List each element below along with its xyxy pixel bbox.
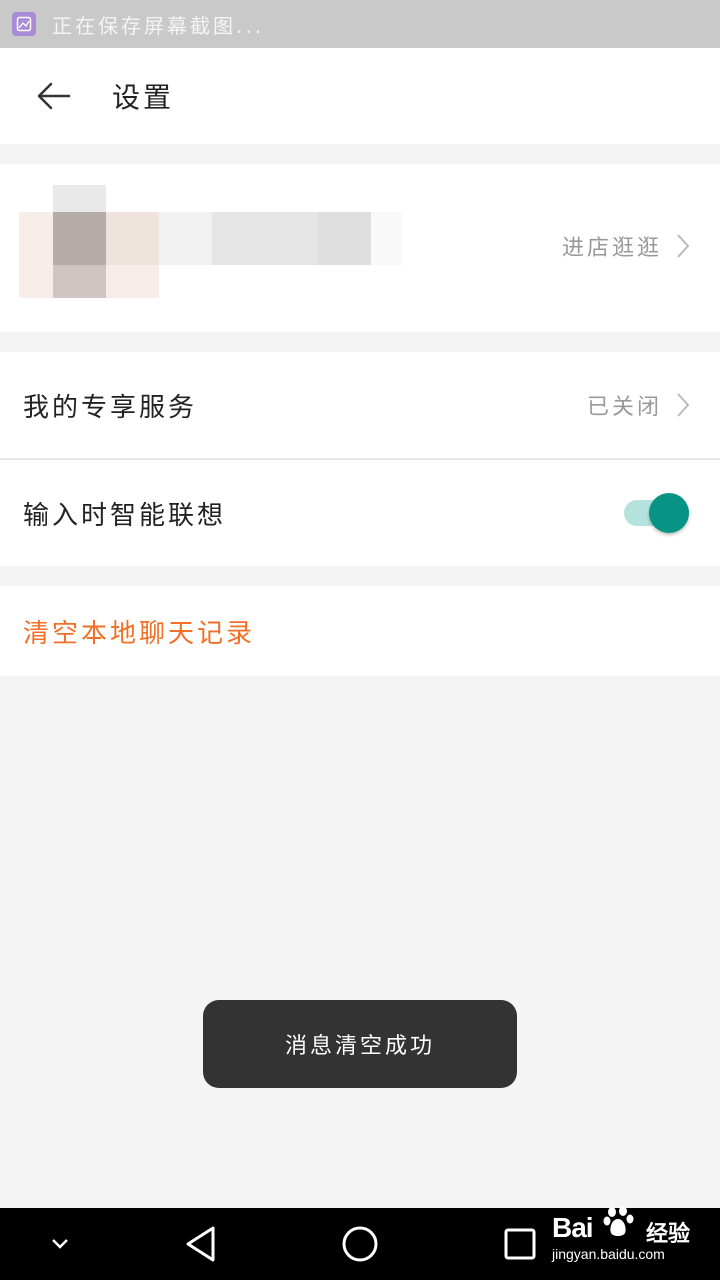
exclusive-service-status: 已关闭 [587, 389, 690, 421]
arrow-left-icon [37, 82, 71, 110]
chevron-down-icon [52, 1239, 68, 1249]
page-title: 设置 [112, 81, 175, 114]
smart-suggest-label: 输入时智能联想 [23, 500, 227, 531]
exclusive-service-row[interactable]: 我的专享服务 已关闭 [0, 352, 720, 458]
baidu-paw-icon [603, 1206, 634, 1236]
nav-home-button[interactable] [338, 1222, 382, 1266]
toast-text: 消息清空成功 [284, 1034, 435, 1059]
watermark-jingyan: 经验 [646, 1222, 691, 1247]
nav-back-button[interactable] [178, 1222, 222, 1266]
nav-recent-button[interactable] [498, 1222, 542, 1266]
circle-home-icon [342, 1226, 378, 1262]
toggle-thumb [649, 493, 689, 533]
app-bar: 设置 [0, 48, 720, 144]
exclusive-service-label: 我的专享服务 [23, 392, 198, 423]
baidu-jingyan-watermark: Bai 经验 jingyan.baidu.com [548, 1206, 716, 1266]
watermark-url: jingyan.baidu.com [552, 1246, 665, 1262]
square-recent-icon [504, 1228, 536, 1260]
back-button[interactable] [24, 66, 84, 126]
triangle-back-icon [186, 1226, 215, 1262]
chevron-right-icon [677, 234, 690, 258]
screenshot-icon [12, 12, 36, 36]
status-text: 正在保存屏幕截图... [52, 13, 265, 38]
clear-history-label: 清空本地聊天记录 [23, 618, 256, 649]
shop-avatar-pixelated [19, 185, 403, 299]
shop-card: 进店逛逛 [0, 164, 720, 332]
clear-history-button[interactable]: 清空本地聊天记录 [0, 586, 720, 676]
watermark-brand: Bai [552, 1212, 594, 1243]
visit-shop-link[interactable]: 进店逛逛 [562, 230, 690, 262]
toast: 消息清空成功 [203, 1000, 517, 1088]
exclusive-service-value: 已关闭 [586, 395, 662, 420]
smart-suggest-row: 输入时智能联想 [0, 460, 720, 566]
visit-shop-label: 进店逛逛 [561, 236, 662, 261]
nav-hide-button[interactable] [38, 1222, 82, 1266]
status-bar: 正在保存屏幕截图... [0, 0, 720, 48]
chevron-right-icon [677, 393, 690, 417]
smart-suggest-toggle[interactable] [624, 493, 690, 533]
